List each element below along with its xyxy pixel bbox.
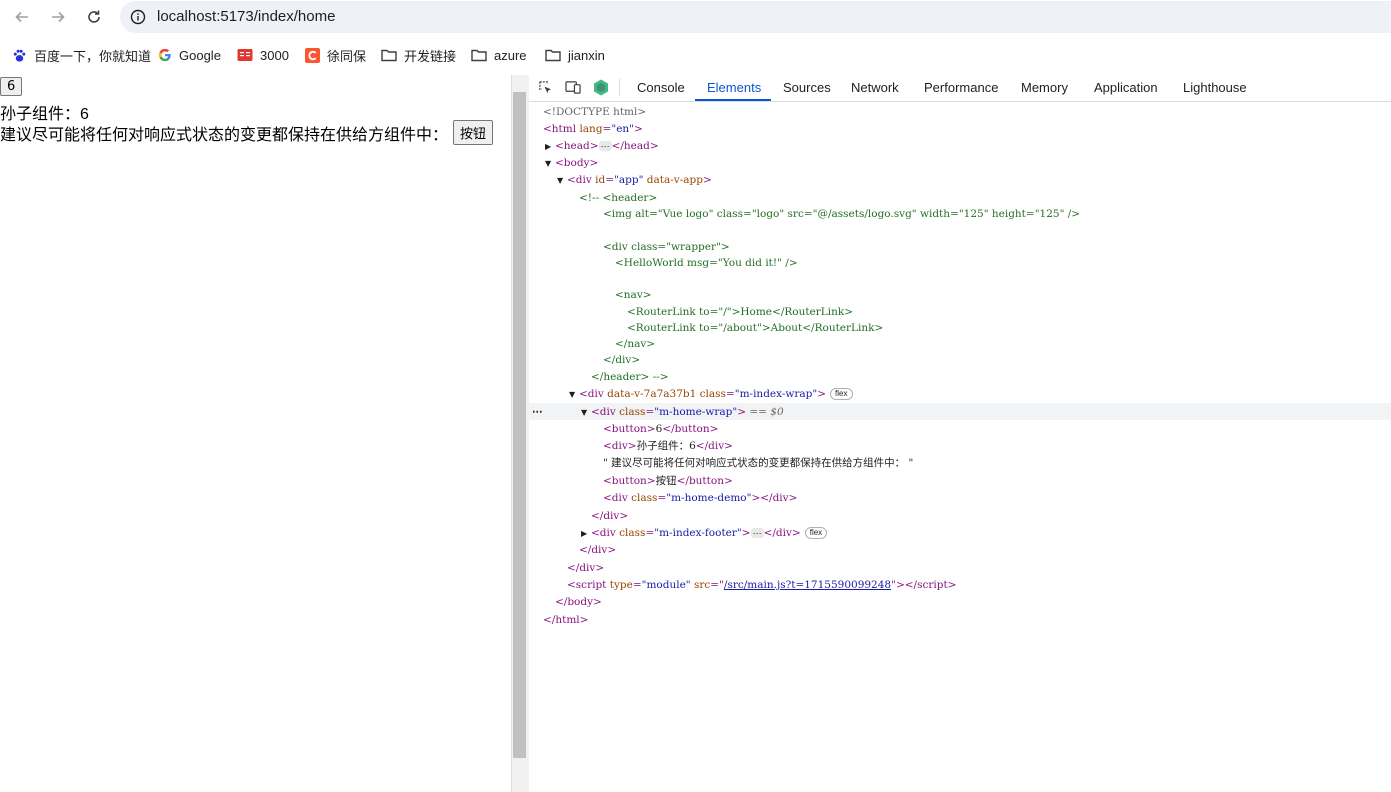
devtools-toolbar: Console Elements Sources Network Perform… <box>529 74 1391 102</box>
bookmark-label: Google <box>179 47 221 63</box>
tree-line-home-demo[interactable]: <div class="m-home-demo"></div> <box>603 490 797 506</box>
tree-comment-line[interactable]: <div class="wrapper"> <box>603 239 730 255</box>
selected-marker: == $0 <box>749 406 784 418</box>
flex-badge[interactable]: flex <box>804 527 828 539</box>
bookmark-label: 3000 <box>260 47 289 63</box>
bookmarks-bar: 百度一下，你就知道 Google 3000 徐同保 开发链接 azure jia… <box>0 40 1391 68</box>
page-scrollbar-thumb[interactable] <box>513 92 526 758</box>
tree-line-div-text[interactable]: <div>孙子组件：6</div> <box>603 438 733 454</box>
bookmark-google[interactable]: Google <box>158 46 221 64</box>
arrow-left-icon <box>15 11 28 23</box>
tree-comment-line[interactable]: <!-- <header> <box>579 190 657 206</box>
expand-triangle-icon[interactable]: ▶ <box>545 139 555 155</box>
tree-line-head[interactable]: ▶ <head> ⋯ </head> <box>545 138 659 154</box>
collapse-triangle-icon[interactable]: ▼ <box>569 387 579 403</box>
tree-line-text-node[interactable]: " 建议尽可能将任何对响应式状态的变更都保持在供给方组件中： " <box>603 455 913 471</box>
tree-comment-line[interactable]: <RouterLink to="/about">About</RouterLin… <box>627 320 883 336</box>
tree-comment-line[interactable]: <HelloWorld msg="You did it!" /> <box>615 255 798 271</box>
collapse-triangle-icon[interactable]: ▼ <box>545 156 555 172</box>
tree-line-script[interactable]: <script type="module" src="/src/main.js?… <box>567 577 956 593</box>
red-book-icon <box>237 49 253 61</box>
bookmark-label: jianxin <box>568 47 605 63</box>
action-button[interactable]: 按钮 <box>453 120 494 145</box>
bookmark-label: azure <box>494 47 527 63</box>
inspect-element-icon[interactable] <box>538 80 553 95</box>
suggestion-text: 建议尽可能将任何对响应式状态的变更都保持在供给方组件中： <box>0 127 449 144</box>
tab-lighthouse[interactable]: Lighthouse <box>1183 80 1247 95</box>
tree-line-button[interactable]: <button>6</button> <box>603 421 718 437</box>
tab-elements[interactable]: Elements <box>707 80 761 95</box>
node-actions-ellipsis[interactable]: ⋯ <box>532 404 543 420</box>
folder-icon <box>381 49 397 62</box>
toolbar-divider <box>619 79 620 96</box>
tree-comment-line[interactable]: </header> --> <box>591 369 669 385</box>
bookmark-label: 百度一下，你就知道 <box>34 48 152 64</box>
tab-sources[interactable]: Sources <box>783 80 831 95</box>
tree-line-doctype[interactable]: <!DOCTYPE html> <box>543 104 646 120</box>
google-g-icon <box>158 48 171 62</box>
vue-devtools-hexagon-icon[interactable] <box>593 79 609 96</box>
info-icon[interactable] <box>130 9 146 25</box>
tree-line-close-body[interactable]: </body> <box>555 594 602 610</box>
tree-line-close-html[interactable]: </html> <box>543 612 588 628</box>
bookmark-label: 徐同保 <box>327 48 367 64</box>
collapse-triangle-icon[interactable]: ▼ <box>581 405 591 421</box>
expand-triangle-icon[interactable]: ▶ <box>581 526 591 542</box>
tab-network[interactable]: Network <box>851 80 899 95</box>
tree-line-html[interactable]: <html lang="en"> <box>543 121 643 137</box>
flex-badge[interactable]: flex <box>830 388 853 400</box>
active-tab-indicator <box>695 99 771 101</box>
tree-line-index-footer[interactable]: ▶ <div class="m-index-footer"> ⋯ </div> flex <box>581 525 828 542</box>
url-text: localhost:5173/index/home <box>157 8 336 25</box>
bookmark-folder-jianxin[interactable]: jianxin <box>545 46 605 64</box>
forward-button[interactable] <box>47 6 69 28</box>
bookmark-folder-azure[interactable]: azure <box>471 46 527 64</box>
bookmark-folder-dev-links[interactable]: 开发链接 <box>381 46 456 64</box>
tree-line-close-div[interactable]: </div> <box>567 560 604 576</box>
reload-button[interactable] <box>83 6 105 28</box>
counter-button[interactable]: 6 <box>0 77 23 96</box>
ellipsis-badge[interactable]: ⋯ <box>750 528 764 538</box>
bookmark-baidu[interactable]: 百度一下，你就知道 <box>12 46 151 64</box>
tab-performance[interactable]: Performance <box>924 80 998 95</box>
csdn-c-icon <box>305 47 320 63</box>
tree-line-app[interactable]: ▼ <div id="app" data-v-app> <box>557 172 712 188</box>
devtools-panel: Console Elements Sources Network Perform… <box>529 74 1391 792</box>
tab-console[interactable]: Console <box>637 80 685 95</box>
tree-line-close-div[interactable]: </div> <box>579 542 616 558</box>
page-viewport: 6 孙子组件：6 建议尽可能将任何对响应式状态的变更都保持在供给方组件中： 按钮 <box>0 75 511 792</box>
bookmark-3000[interactable]: 3000 <box>237 46 289 64</box>
back-button[interactable] <box>11 6 33 28</box>
tree-comment-line[interactable]: <img alt="Vue logo" class="logo" src="@/… <box>603 206 1080 222</box>
tree-line-home-wrap[interactable]: ▼ <div class="m-home-wrap"> == $0 <box>581 404 784 420</box>
folder-icon <box>545 49 561 62</box>
bookmark-xutongbao[interactable]: 徐同保 <box>305 46 366 64</box>
ellipsis-badge[interactable]: ⋯ <box>598 141 612 151</box>
script-src-link[interactable]: /src/main.js?t=1715590099248 <box>724 579 891 591</box>
collapse-triangle-icon[interactable]: ▼ <box>557 173 567 189</box>
tree-line-close-div[interactable]: </div> <box>591 508 628 524</box>
reload-icon <box>88 10 100 23</box>
tree-line-index-wrap[interactable]: ▼ <div data-v-7a7a37b1 class="m-index-wra… <box>569 386 853 402</box>
device-toolbar-icon[interactable] <box>565 80 582 95</box>
browser-toolbar: localhost:5173/index/home <box>0 0 1391 34</box>
tree-comment-line[interactable]: </div> <box>603 352 640 368</box>
folder-icon <box>471 49 487 62</box>
address-bar[interactable]: localhost:5173/index/home <box>120 1 1391 33</box>
tab-application[interactable]: Application <box>1094 80 1158 95</box>
bookmark-label: 开发链接 <box>404 48 457 64</box>
tree-comment-line[interactable]: <RouterLink to="/">Home</RouterLink> <box>627 304 853 320</box>
tree-line-button2[interactable]: <button>按钮</button> <box>603 473 733 489</box>
baidu-paw-icon <box>13 49 26 62</box>
tree-comment-line[interactable]: </nav> <box>615 336 655 352</box>
tree-line-body[interactable]: ▼ <body> <box>545 155 598 171</box>
arrow-right-icon <box>52 11 65 23</box>
tree-comment-line[interactable]: <nav> <box>615 287 652 303</box>
tab-memory[interactable]: Memory <box>1021 80 1068 95</box>
